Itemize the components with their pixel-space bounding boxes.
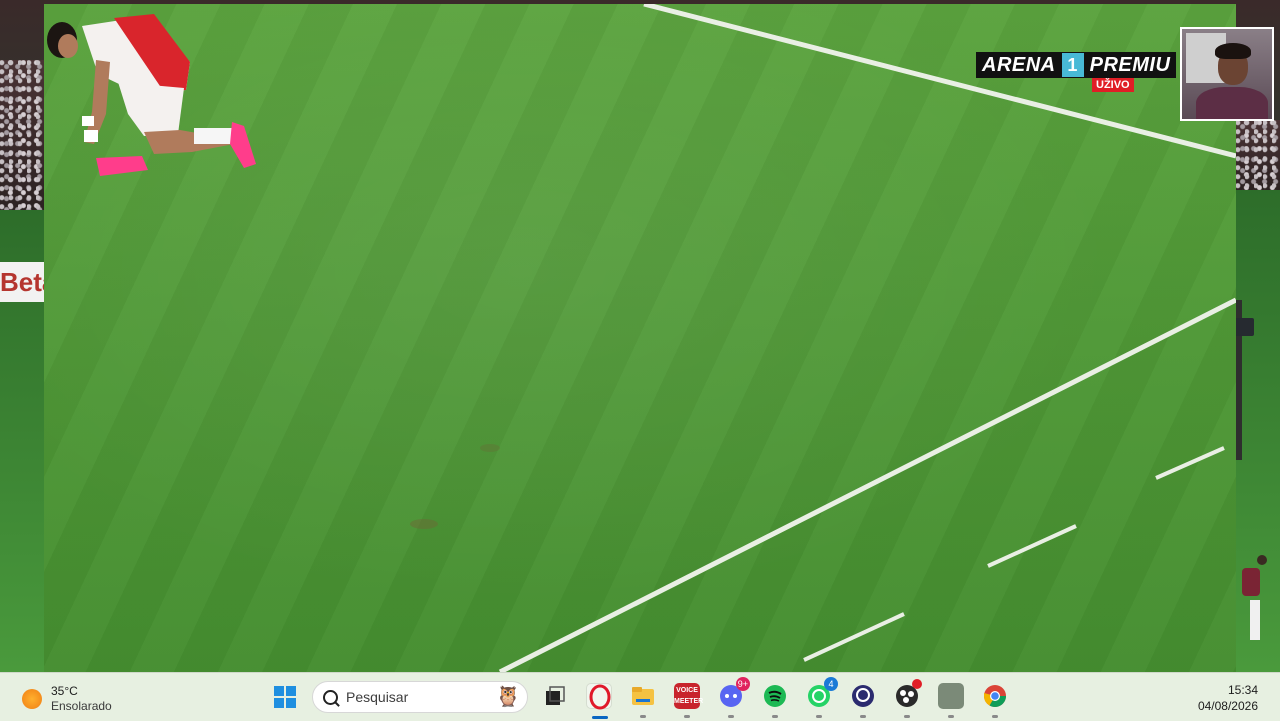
file-explorer-icon[interactable] [630,683,656,718]
left-stadium-edge: Beta [0,0,44,672]
task-view-icon[interactable] [542,683,568,709]
channel-suffix: PREMIU [1089,53,1171,76]
owl-icon: 🦉 [495,686,521,708]
webcam-overlay [1180,27,1274,121]
weather-condition: Ensolarado [51,699,112,713]
system-clock[interactable]: 15:34 04/08/2026 [1198,682,1258,714]
kneeling-player [47,14,256,176]
crowd [0,60,44,210]
app-circle-icon[interactable] [850,683,876,718]
channel-number: 1 [1061,53,1084,77]
search-placeholder: Pesquisar [346,689,409,705]
weather-temp: 35°C [51,684,78,698]
adboard: Beta [0,262,44,302]
opera-gx-icon[interactable] [586,683,612,719]
streamer-hair [1215,43,1251,59]
weather-text: 35°C Ensolarado [51,684,112,714]
generic-app-icon[interactable] [938,683,964,718]
voicemeeter-icon[interactable]: VOICE MEETER [674,683,704,718]
sun-icon [22,689,42,709]
football-pitch [44,4,1236,672]
obs-icon[interactable] [894,679,922,718]
search-box[interactable]: Pesquisar 🦉 [312,681,528,713]
clock-date: 04/08/2026 [1197,699,1258,713]
discord-icon[interactable]: 9+ [718,677,750,718]
channel-word: ARENA [982,53,1056,76]
obs-notification-dot [912,679,922,689]
discord-badge: 9+ [735,677,750,691]
windows-start-icon[interactable] [274,686,296,708]
live-badge: UŽIVO [1092,78,1134,92]
clock-time: 15:34 [1227,683,1258,697]
streamer-body [1196,87,1268,119]
spotify-icon[interactable] [762,683,788,718]
whatsapp-icon[interactable]: 4 [806,677,838,718]
chrome-icon[interactable] [982,683,1008,718]
taskbar: 35°C Ensolarado Pesquisar 🦉 VOICE MEETER… [0,672,1280,721]
voicemeeter-label: VOICE MEETER [674,687,704,705]
channel-logo: ARENA 1 PREMIU [976,52,1177,78]
search-icon [323,689,338,705]
weather-widget[interactable]: 35°C Ensolarado [22,684,112,714]
whatsapp-badge: 4 [824,677,838,691]
